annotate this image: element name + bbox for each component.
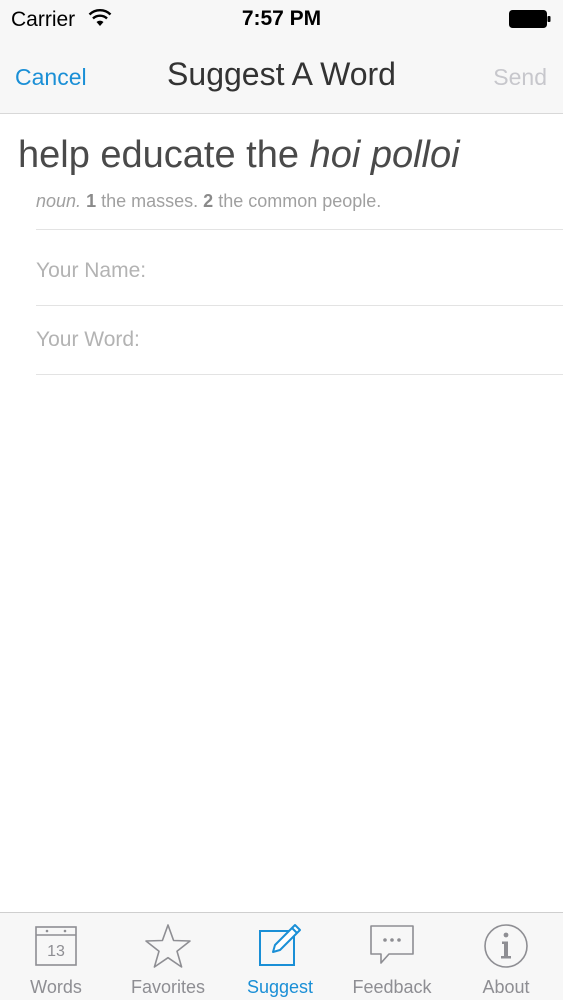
- word-definition: noun. 1 the masses. 2 the common people.: [36, 191, 381, 212]
- tab-about[interactable]: About: [450, 913, 562, 1000]
- tab-about-label: About: [482, 977, 530, 997]
- compose-icon: [259, 924, 301, 966]
- tab-favorites[interactable]: Favorites: [112, 913, 224, 1000]
- tab-suggest[interactable]: Suggest: [224, 913, 336, 1000]
- word-field-label: Your Word:: [36, 328, 140, 351]
- tab-words-label: Words: [30, 977, 82, 997]
- calendar-icon: 13: [35, 926, 77, 966]
- name-field-label: Your Name:: [36, 259, 147, 282]
- send-button[interactable]: Send: [493, 64, 547, 91]
- tab-bar: 13 Words Favorites Suggest Feedback Abou…: [0, 912, 563, 1000]
- page-title: Suggest A Word: [167, 56, 396, 92]
- word-heading-term: hoi polloi: [309, 134, 460, 176]
- navigation-bar: Cancel Suggest A Word Send: [0, 40, 563, 114]
- speech-bubble-icon: [370, 925, 414, 964]
- part-of-speech: noun.: [36, 191, 82, 211]
- tab-feedback-label: Feedback: [352, 977, 432, 997]
- calendar-day: 13: [47, 943, 65, 960]
- tab-favorites-label: Favorites: [130, 977, 206, 997]
- word-field[interactable]: Your Word:: [0, 306, 563, 374]
- definition-text-1: the masses.: [101, 191, 199, 211]
- tab-feedback[interactable]: Feedback: [336, 913, 448, 1000]
- divider: [36, 374, 563, 375]
- word-heading: help educate the hoi polloi: [18, 134, 460, 177]
- status-bar: Carrier 7:57 PM: [0, 0, 563, 40]
- tab-suggest-label: Suggest: [246, 977, 314, 997]
- star-icon: [145, 924, 191, 968]
- tab-words[interactable]: 13 Words: [0, 913, 112, 1000]
- battery-icon: [509, 10, 551, 28]
- name-field[interactable]: Your Name:: [0, 230, 563, 305]
- info-icon: [484, 924, 528, 968]
- definition-number-2: 2: [203, 191, 214, 211]
- definition-number-1: 1: [86, 191, 97, 211]
- definition-text-2: the common people.: [218, 191, 382, 211]
- word-heading-prefix: help educate the: [18, 134, 300, 176]
- status-time: 7:57 PM: [241, 7, 322, 30]
